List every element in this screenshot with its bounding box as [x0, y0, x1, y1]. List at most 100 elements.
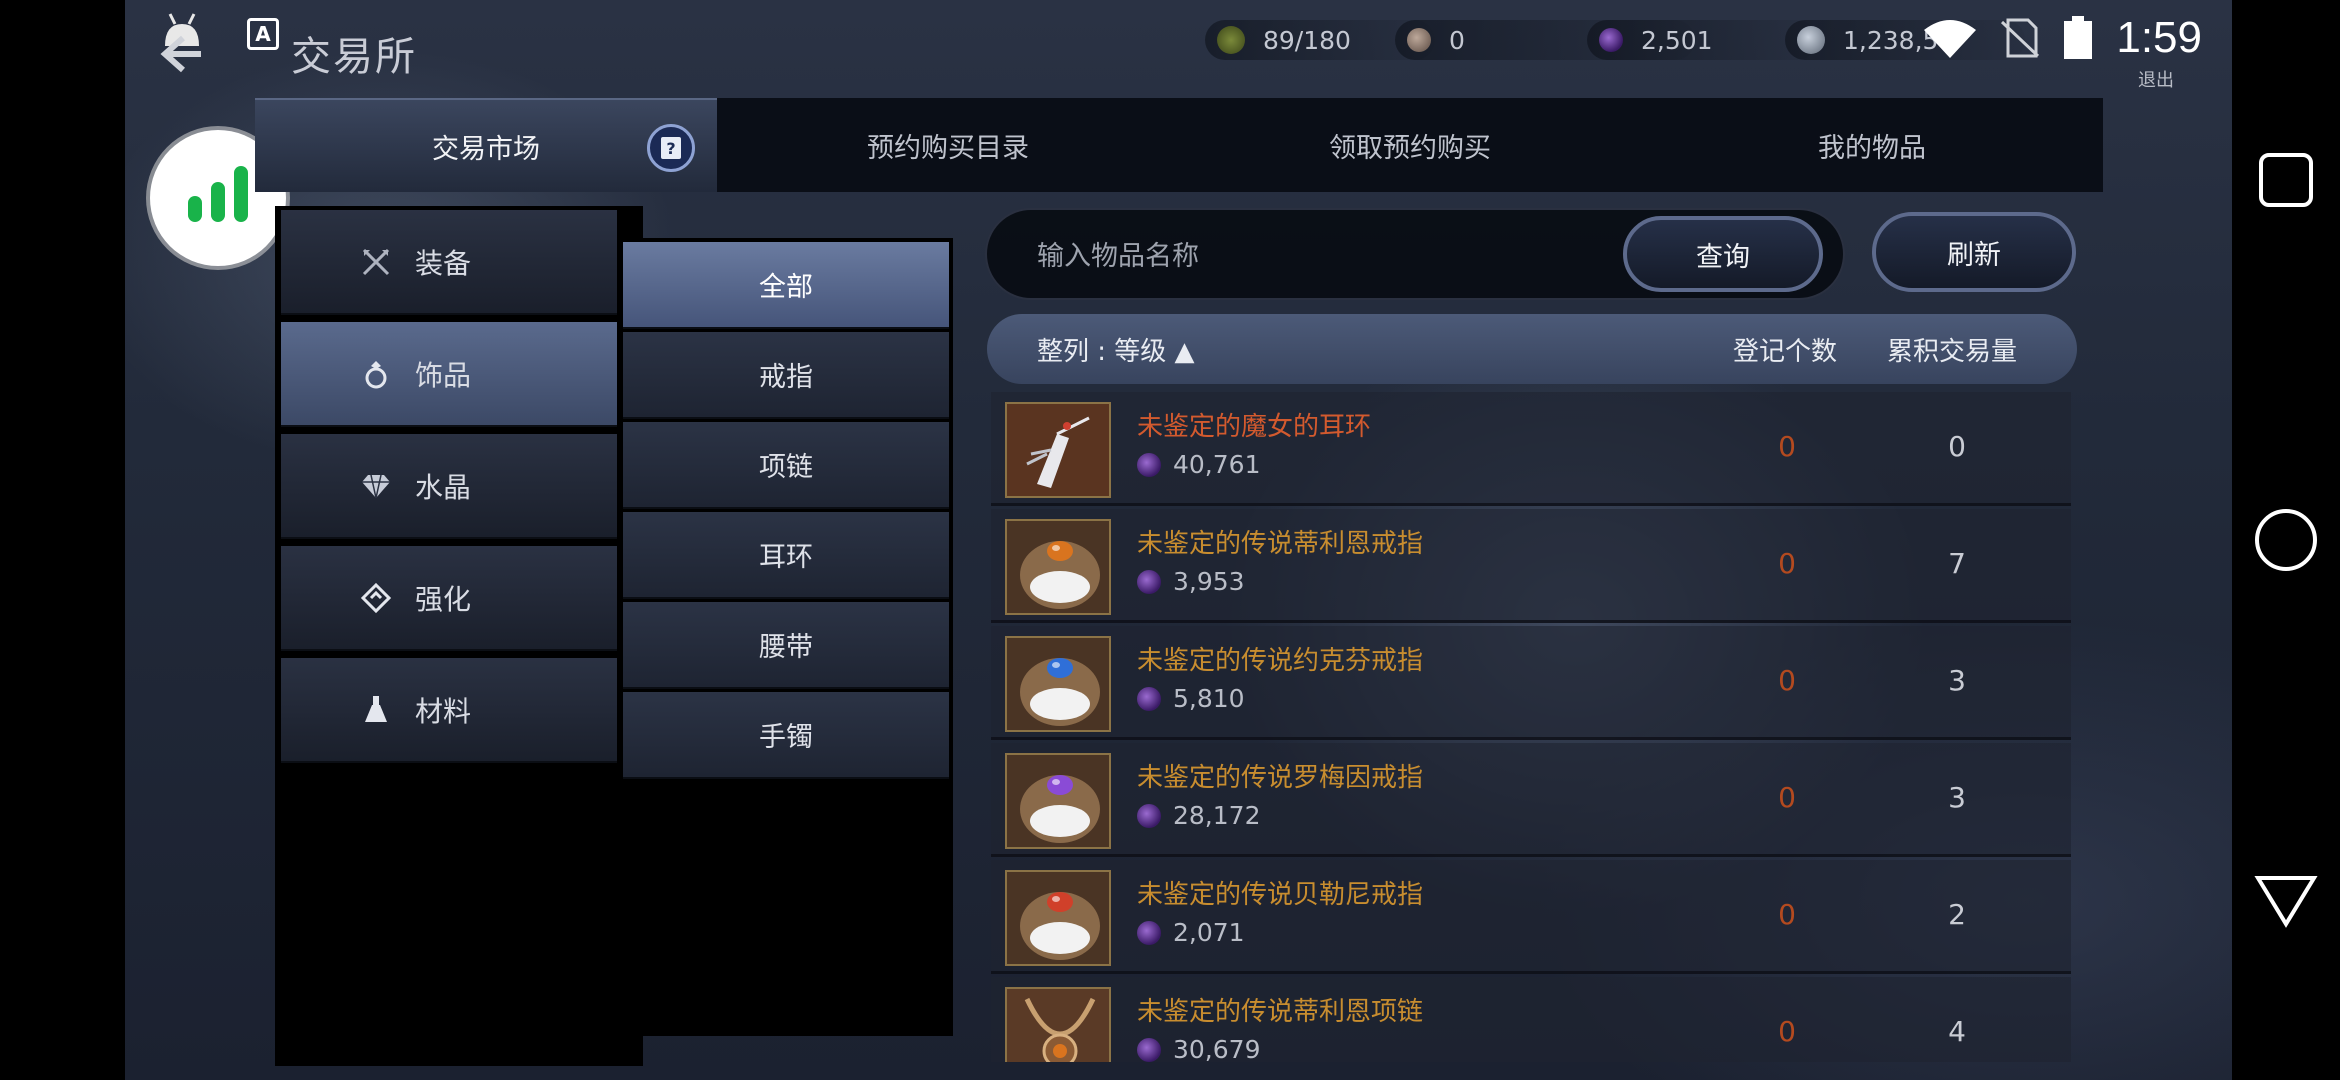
- subcategory-ring[interactable]: 戒指: [623, 332, 949, 419]
- tab-label: 我的物品: [1818, 132, 1926, 164]
- top-bar: A 交易所 89/180 0 2,501 1,238,5 1:59 退出: [125, 0, 2232, 91]
- game-screen: A 交易所 89/180 0 2,501 1,238,5 1:59 退出 交易市…: [125, 0, 2232, 1080]
- subcategory-bracelet[interactable]: 手镯: [623, 692, 949, 779]
- tab-label: 领取预约购买: [1329, 132, 1491, 164]
- registered-count: 0: [1778, 1015, 1796, 1048]
- category-materials[interactable]: 材料: [281, 658, 617, 763]
- recent-apps-button[interactable]: [2256, 150, 2316, 210]
- registered-count: 0: [1778, 430, 1796, 463]
- category-enhance[interactable]: 强化: [281, 546, 617, 651]
- registered-count: 0: [1778, 547, 1796, 580]
- item-row[interactable]: 未鉴定的传说蒂利恩戒指 3,953 0 7: [991, 509, 2071, 623]
- price-value: 5,810: [1173, 684, 1245, 713]
- tab-trade-market[interactable]: 交易市场 ?: [255, 98, 717, 192]
- item-name: 未鉴定的传说罗梅因戒指: [1137, 763, 1424, 793]
- refresh-button[interactable]: 刷新: [1872, 212, 2076, 292]
- enhance-icon: [359, 581, 393, 615]
- search-input[interactable]: 输入物品名称: [1037, 234, 1199, 273]
- trade-volume: 2: [1948, 898, 1966, 931]
- item-thumbnail: [1005, 987, 1111, 1062]
- purple-gem-icon: [1137, 1037, 1161, 1062]
- category-accessories[interactable]: 饰品: [281, 322, 617, 427]
- item-row[interactable]: 未鉴定的传说蒂利恩项链 30,679 0 4: [991, 977, 2071, 1062]
- tab-label: 交易市场: [432, 133, 540, 165]
- price-value: 40,761: [1173, 450, 1261, 479]
- registered-count: 0: [1778, 781, 1796, 814]
- item-name: 未鉴定的传说约克芬戒指: [1137, 646, 1424, 676]
- search-bar: 输入物品名称 查询: [985, 208, 1845, 300]
- page-title: 交易所: [291, 34, 417, 80]
- home-button[interactable]: [2254, 508, 2318, 572]
- registered-count: 0: [1778, 664, 1796, 697]
- resource-value: 89/180: [1263, 25, 1351, 55]
- purple-gem-icon: [1137, 686, 1161, 711]
- resource-value: 2,501: [1641, 25, 1713, 55]
- sort-by-level-button[interactable]: 整列 : 等级 ▲: [1037, 331, 1195, 368]
- column-registered-count: 登记个数: [1733, 336, 1838, 367]
- item-name: 未鉴定的传说蒂利恩项链: [1137, 997, 1424, 1027]
- category-label: 装备: [415, 246, 472, 280]
- list-header: 整列 : 等级 ▲ 登记个数 累积交易量: [987, 314, 2077, 384]
- tab-claim-reserve[interactable]: 领取预约购买: [1179, 98, 1641, 192]
- clock: 1:59: [2116, 13, 2202, 62]
- item-name: 未鉴定的魔女的耳环: [1137, 412, 1372, 442]
- registered-count: 0: [1778, 898, 1796, 931]
- trade-volume: 3: [1948, 781, 1966, 814]
- item-row[interactable]: 未鉴定的传说约克芬戒指 5,810 0 3: [991, 626, 2071, 740]
- svg-text:?: ?: [666, 139, 675, 158]
- silver-coin-icon: [1797, 26, 1825, 54]
- category-crystal[interactable]: 水晶: [281, 434, 617, 539]
- item-thumbnail: [1005, 753, 1111, 849]
- subcategory-earring[interactable]: 耳环: [623, 512, 949, 599]
- purple-gem-icon: [1599, 28, 1623, 52]
- item-thumbnail: [1005, 870, 1111, 966]
- category-equipment[interactable]: 装备: [281, 210, 617, 315]
- purple-gem-icon: [1137, 920, 1161, 945]
- resource-gem: 2,501: [1587, 20, 1817, 60]
- subcategory-all[interactable]: 全部: [623, 242, 949, 329]
- subcategory-belt[interactable]: 腰带: [623, 602, 949, 689]
- item-row[interactable]: 未鉴定的魔女的耳环 40,761 0 0: [991, 392, 2071, 506]
- item-price: 40,761: [1137, 450, 1260, 479]
- system-status: 1:59: [1922, 8, 2202, 68]
- subcategory-list: 全部 戒指 项链 耳环 腰带 手镯: [619, 238, 953, 1036]
- category-label: 饰品: [415, 358, 472, 392]
- subcategory-necklace[interactable]: 项链: [623, 422, 949, 509]
- category-label: 水晶: [415, 470, 472, 504]
- price-value: 28,172: [1173, 801, 1261, 830]
- tab-my-items[interactable]: 我的物品: [1641, 98, 2103, 192]
- item-price: 3,953: [1137, 567, 1245, 596]
- battery-icon: [2064, 16, 2093, 59]
- item-name: 未鉴定的传说贝勒尼戒指: [1137, 880, 1424, 910]
- exit-button[interactable]: 退出: [2138, 66, 2174, 92]
- back-arrow-icon[interactable]: [155, 30, 203, 78]
- flask-icon: [359, 693, 393, 727]
- trade-volume: 7: [1948, 547, 1966, 580]
- category-list: 装备 饰品 水晶 强化 材料: [275, 206, 643, 1066]
- stamina-icon: [1217, 26, 1245, 54]
- stone-icon: [1407, 28, 1431, 52]
- item-price: 2,071: [1137, 918, 1245, 947]
- category-label: 强化: [415, 582, 472, 616]
- item-thumbnail: [1005, 636, 1111, 732]
- item-row[interactable]: 未鉴定的传说贝勒尼戒指 2,071 0 2: [991, 860, 2071, 974]
- back-button[interactable]: [2254, 872, 2318, 928]
- purple-gem-icon: [1137, 569, 1161, 594]
- item-thumbnail: [1005, 519, 1111, 615]
- tab-reserve-catalog[interactable]: 预约购买目录: [717, 98, 1179, 192]
- trade-volume: 3: [1948, 664, 1966, 697]
- item-price: 28,172: [1137, 801, 1260, 830]
- trade-volume: 0: [1948, 430, 1966, 463]
- purple-gem-icon: [1137, 803, 1161, 828]
- ring-icon: [359, 357, 393, 391]
- trade-volume: 4: [1948, 1015, 1966, 1048]
- query-button[interactable]: 查询: [1623, 216, 1823, 292]
- help-book-icon[interactable]: ?: [647, 124, 695, 172]
- crossed-swords-icon: [359, 245, 393, 279]
- item-price: 5,810: [1137, 684, 1245, 713]
- android-nav-bar: [2232, 0, 2340, 1080]
- item-row[interactable]: 未鉴定的传说罗梅因戒指 28,172 0 3: [991, 743, 2071, 857]
- tab-bar: 交易市场 ? 预约购买目录 领取预约购买 我的物品: [255, 98, 2103, 192]
- category-label: 材料: [415, 694, 472, 728]
- item-name: 未鉴定的传说蒂利恩戒指: [1137, 529, 1424, 559]
